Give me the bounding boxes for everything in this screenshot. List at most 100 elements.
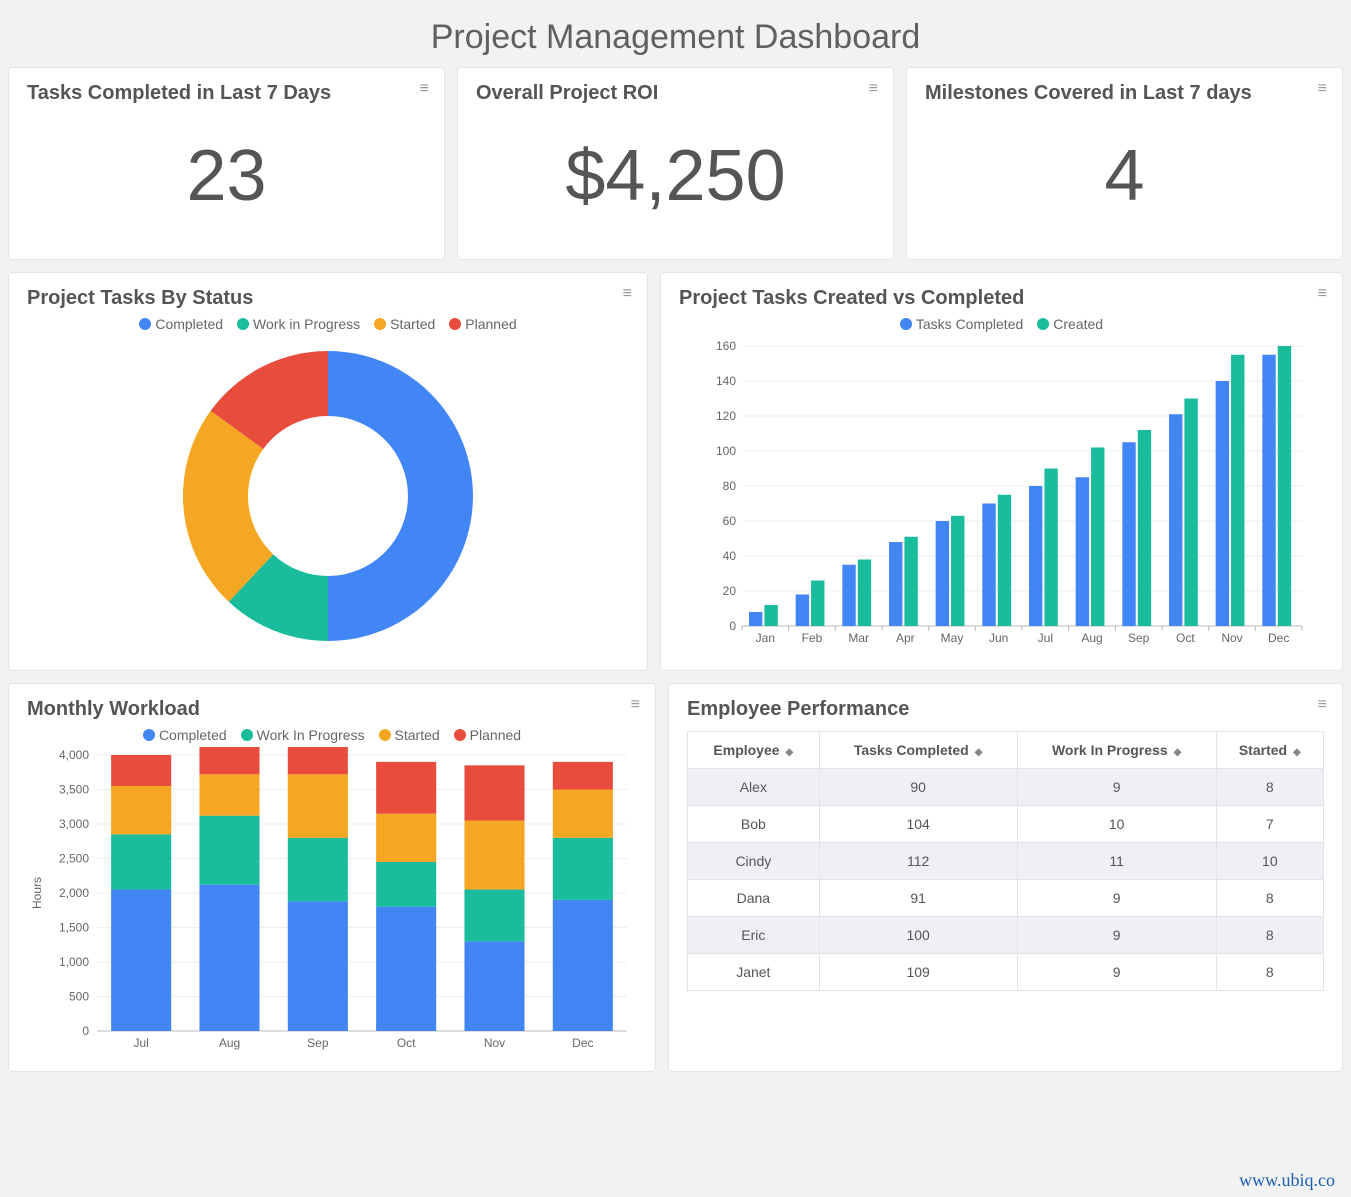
table-cell: 9 [1017, 880, 1216, 917]
chart-title: Project Tasks By Status [27, 287, 629, 310]
sort-icon: ◆ [1293, 747, 1301, 758]
table-cell: 10 [1017, 806, 1216, 843]
kpi-title: Milestones Covered in Last 7 days [925, 82, 1324, 105]
table-cell: 7 [1216, 806, 1323, 843]
sort-icon: ◆ [786, 747, 794, 758]
table-row: Eric10098 [688, 917, 1324, 954]
svg-text:Sep: Sep [307, 1036, 329, 1050]
table-cell: 91 [819, 880, 1017, 917]
svg-text:Apr: Apr [895, 631, 914, 645]
donut-card: ≡ Project Tasks By Status Completed Work… [8, 272, 648, 671]
svg-text:Mar: Mar [848, 631, 869, 645]
svg-text:20: 20 [722, 584, 736, 598]
grouped-bar-chart: 020406080100120140160JanFebMarAprMayJunJ… [692, 336, 1312, 656]
table-cell: 9 [1017, 769, 1216, 806]
kpi-row: ≡ Tasks Completed in Last 7 Days 23 ≡ Ov… [8, 67, 1343, 260]
svg-text:Hours: Hours [30, 877, 44, 909]
svg-text:120: 120 [715, 409, 735, 423]
svg-text:Aug: Aug [1081, 631, 1102, 645]
kpi-title: Tasks Completed in Last 7 Days [27, 82, 426, 105]
legend-item: Planned [449, 316, 516, 332]
svg-text:160: 160 [715, 339, 735, 353]
svg-text:2,500: 2,500 [59, 852, 89, 866]
table-cell: 112 [819, 843, 1017, 880]
svg-text:Oct: Oct [397, 1036, 416, 1050]
table-row: Janet10998 [688, 954, 1324, 991]
kpi-value: 23 [27, 105, 426, 245]
svg-text:Sep: Sep [1127, 631, 1149, 645]
svg-text:Jul: Jul [133, 1036, 148, 1050]
kpi-title: Overall Project ROI [476, 82, 875, 105]
legend-item: Tasks Completed [900, 316, 1023, 332]
table-header[interactable]: Started◆ [1216, 732, 1323, 769]
hamburger-icon[interactable]: ≡ [420, 84, 430, 94]
table-cell: 104 [819, 806, 1017, 843]
hamburger-icon[interactable]: ≡ [623, 289, 633, 299]
table-header[interactable]: Work In Progress◆ [1017, 732, 1216, 769]
hamburger-icon[interactable]: ≡ [1318, 289, 1328, 299]
grouped-card: ≡ Project Tasks Created vs Completed Tas… [660, 272, 1343, 671]
sort-icon: ◆ [975, 747, 983, 758]
table-header[interactable]: Employee◆ [688, 732, 820, 769]
table-cell: Alex [688, 769, 820, 806]
svg-text:40: 40 [722, 549, 736, 563]
chart-title: Employee Performance [687, 698, 1324, 721]
table-cell: 10 [1216, 843, 1323, 880]
table-cell: 8 [1216, 954, 1323, 991]
legend-item: Work in Progress [237, 316, 360, 332]
legend-item: Completed [143, 727, 227, 743]
stacked-legend: Completed Work In Progress Started Plann… [27, 727, 637, 743]
chart-title: Project Tasks Created vs Completed [679, 287, 1324, 310]
svg-text:3,500: 3,500 [59, 783, 89, 797]
svg-text:1,500: 1,500 [59, 921, 89, 935]
hamburger-icon[interactable]: ≡ [869, 84, 879, 94]
page-title: Project Management Dashboard [8, 4, 1343, 67]
legend-item: Started [379, 727, 440, 743]
table-row: Bob104107 [688, 806, 1324, 843]
svg-text:500: 500 [69, 990, 89, 1004]
svg-text:Nov: Nov [1221, 631, 1242, 645]
svg-text:Dec: Dec [1267, 631, 1288, 645]
svg-text:1,000: 1,000 [59, 955, 89, 969]
kpi-value: $4,250 [476, 105, 875, 245]
donut-legend: Completed Work in Progress Started Plann… [27, 316, 629, 332]
table-cell: 8 [1216, 880, 1323, 917]
table-cell: 9 [1017, 917, 1216, 954]
table-row: Dana9198 [688, 880, 1324, 917]
svg-text:2,000: 2,000 [59, 886, 89, 900]
svg-text:Aug: Aug [219, 1036, 240, 1050]
table-cell: Cindy [688, 843, 820, 880]
donut-chart [148, 336, 508, 656]
svg-text:0: 0 [729, 619, 736, 633]
svg-text:0: 0 [82, 1024, 89, 1038]
hamburger-icon[interactable]: ≡ [631, 700, 641, 710]
performance-card: ≡ Employee Performance Employee◆Tasks Co… [668, 683, 1343, 1072]
table-row: Cindy1121110 [688, 843, 1324, 880]
stacked-card: ≡ Monthly Workload Completed Work In Pro… [8, 683, 656, 1072]
performance-table: Employee◆Tasks Completed◆Work In Progres… [687, 731, 1324, 991]
svg-text:100: 100 [715, 444, 735, 458]
table-cell: 109 [819, 954, 1017, 991]
table-header[interactable]: Tasks Completed◆ [819, 732, 1017, 769]
watermark: www.ubiq.co [1239, 1170, 1335, 1191]
svg-text:Feb: Feb [801, 631, 822, 645]
svg-text:Jun: Jun [988, 631, 1007, 645]
hamburger-icon[interactable]: ≡ [1318, 84, 1328, 94]
kpi-card-tasks-completed: ≡ Tasks Completed in Last 7 Days 23 [8, 67, 445, 260]
legend-item: Created [1037, 316, 1103, 332]
svg-text:4,000: 4,000 [59, 748, 89, 762]
svg-text:May: May [940, 631, 963, 645]
sort-icon: ◆ [1174, 747, 1182, 758]
table-cell: Dana [688, 880, 820, 917]
table-cell: 8 [1216, 769, 1323, 806]
svg-text:Dec: Dec [572, 1036, 593, 1050]
grouped-legend: Tasks Completed Created [679, 316, 1324, 332]
svg-text:140: 140 [715, 374, 735, 388]
svg-text:60: 60 [722, 514, 736, 528]
hamburger-icon[interactable]: ≡ [1318, 700, 1328, 710]
table-cell: 90 [819, 769, 1017, 806]
legend-item: Planned [454, 727, 521, 743]
svg-text:Oct: Oct [1175, 631, 1194, 645]
chart-title: Monthly Workload [27, 698, 637, 721]
svg-text:Jul: Jul [1037, 631, 1052, 645]
